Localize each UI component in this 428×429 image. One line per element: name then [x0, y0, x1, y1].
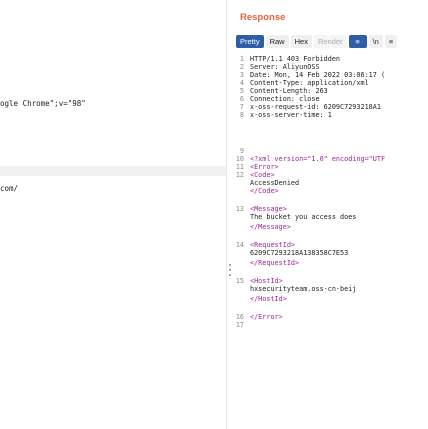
- code-text: Content-Type: application/xml: [250, 79, 369, 87]
- request-pane: ogle Chrome";v="98" com/: [0, 0, 226, 429]
- line-number: 12: [235, 171, 244, 179]
- code-text: The bucket you access does: [250, 213, 357, 221]
- code-text: <RequestId>: [250, 241, 296, 249]
- line-number: 4: [239, 79, 244, 87]
- code-text: x-oss-request-id: 6209C7293218A1: [250, 103, 381, 111]
- list-icon[interactable]: ≡: [348, 35, 367, 48]
- code-text: <Message>: [250, 205, 287, 213]
- code-text: <?xml version="1.0" encoding="UTF: [250, 155, 386, 163]
- response-pane: Response Pretty Raw Hex Render ≡ \n ≡ 1H…: [232, 0, 428, 429]
- line-number: 3: [239, 71, 244, 79]
- line-number: 8: [239, 111, 244, 119]
- line-number: 6: [239, 95, 244, 103]
- code-text: <Code>: [250, 171, 275, 179]
- request-line: com/: [0, 184, 19, 193]
- response-toolbar: Pretty Raw Hex Render ≡ \n ≡: [236, 35, 399, 48]
- tab-hex[interactable]: Hex: [290, 35, 312, 48]
- code-text: hxsecurityteam.oss-cn-beij: [250, 285, 357, 293]
- pane-divider[interactable]: [226, 0, 227, 429]
- request-highlight-band: [0, 166, 226, 176]
- code-text: Server: AliyunOSS: [250, 63, 320, 71]
- code-text: </HostId>: [250, 295, 287, 303]
- line-number: 13: [235, 205, 244, 213]
- line-number: 9: [239, 147, 244, 155]
- code-text: AccessDenied: [250, 179, 300, 187]
- line-number: 5: [239, 87, 244, 95]
- code-text: </Message>: [250, 223, 291, 231]
- newline-toggle-button[interactable]: \n: [368, 35, 383, 48]
- line-number: 15: [235, 277, 244, 285]
- response-title: Response: [240, 12, 286, 23]
- line-number: 7: [239, 103, 244, 111]
- menu-icon[interactable]: ≡: [384, 35, 398, 48]
- line-number: 14: [235, 241, 244, 249]
- code-text: </Code>: [250, 187, 279, 195]
- line-number: 17: [235, 321, 244, 329]
- line-number: 10: [235, 155, 244, 163]
- code-text: 6209C7293218A138358C7E53: [250, 249, 349, 257]
- pane-resize-handle[interactable]: [228, 264, 231, 276]
- request-line: ogle Chrome";v="98": [0, 99, 86, 108]
- code-text: HTTP/1.1 403 Forbidden: [250, 55, 341, 63]
- line-number: 2: [239, 63, 244, 71]
- line-number: 16: [235, 313, 244, 321]
- code-text: x-oss-server-time: 1: [250, 111, 332, 119]
- code-text: Content-Length: 263: [250, 87, 328, 95]
- code-text: Connection: close: [250, 95, 320, 103]
- line-number: 11: [235, 163, 244, 171]
- code-text: </RequestId>: [250, 259, 300, 267]
- tab-render[interactable]: Render: [313, 35, 347, 48]
- code-text: Date: Mon, 14 Feb 2022 03:06:17 (: [250, 71, 386, 79]
- tab-raw[interactable]: Raw: [265, 35, 289, 48]
- line-number: 1: [239, 55, 244, 63]
- code-text: </Error>: [250, 313, 283, 321]
- code-text: <HostId>: [250, 277, 283, 285]
- tab-pretty[interactable]: Pretty: [236, 35, 264, 48]
- code-text: <Error>: [250, 163, 279, 171]
